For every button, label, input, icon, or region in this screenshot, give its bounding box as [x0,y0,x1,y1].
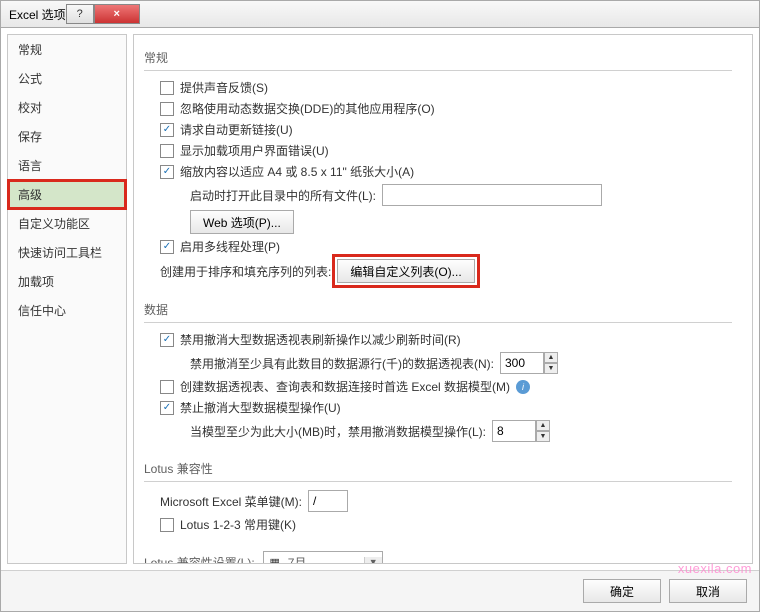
label-menu-key: Microsoft Excel 菜单键(M): [160,493,302,510]
label-lotus-settings: Lotus 兼容性设置(L): [144,554,255,565]
close-button[interactable]: × [94,4,140,24]
label-scale-a4: 缩放内容以适应 A4 或 8.5 x 11" 纸张大小(A) [180,163,414,180]
label-startup-path: 启动时打开此目录中的所有文件(L): [190,187,376,204]
sidebar-item[interactable]: 公式 [8,64,126,93]
sidebar-item[interactable]: 自定义功能区 [8,209,126,238]
spinner-model-size[interactable]: ▲▼ [492,420,550,442]
sidebar-item[interactable]: 常规 [8,35,126,64]
checkbox-prefer-datamodel[interactable] [160,380,174,394]
label-disable-undo-model: 禁止撤消大型数据模型操作(U) [180,399,341,416]
input-menu-key[interactable] [308,490,348,512]
section-lotus-settings: Lotus 兼容性设置(L): ▦ 7月 ▼ [144,547,732,564]
label-model-size: 当模型至少为此大小(MB)时，禁用撤消数据模型操作(L): [190,423,486,440]
titlebar: Excel 选项 ? × [0,0,760,28]
sheet-icon: ▦ [264,556,282,565]
dropdown-lotus-sheet-value: 7月 [282,554,364,565]
input-startup-path[interactable] [382,184,602,206]
sidebar-item[interactable]: 快速访问工具栏 [8,238,126,267]
spin-down-icon[interactable]: ▼ [536,431,550,442]
label-multithread: 启用多线程处理(P) [180,238,280,255]
label-ignore-dde: 忽略使用动态数据交换(DDE)的其他应用程序(O) [180,100,435,117]
section-data: 数据 [144,297,732,323]
window-title: Excel 选项 [9,6,66,23]
category-sidebar: 常规公式校对保存语言高级自定义功能区快速访问工具栏加载项信任中心 [7,34,127,564]
sidebar-item[interactable]: 语言 [8,151,126,180]
dropdown-lotus-sheet[interactable]: ▦ 7月 ▼ [263,551,383,564]
spin-down-icon[interactable]: ▼ [544,363,558,374]
cancel-button[interactable]: 取消 [669,579,747,603]
checkbox-disable-undo-model[interactable] [160,401,174,415]
checkbox-lotus-keys[interactable] [160,518,174,532]
chevron-down-icon: ▼ [364,557,382,564]
sidebar-item[interactable]: 校对 [8,93,126,122]
info-icon[interactable]: i [516,380,530,394]
checkbox-ignore-dde[interactable] [160,102,174,116]
checkbox-auto-links[interactable] [160,123,174,137]
sidebar-item[interactable]: 保存 [8,122,126,151]
checkbox-multithread[interactable] [160,240,174,254]
label-sound-feedback: 提供声音反馈(S) [180,79,268,96]
sidebar-item[interactable]: 信任中心 [8,296,126,325]
ok-button[interactable]: 确定 [583,579,661,603]
spin-up-icon[interactable]: ▲ [536,420,550,431]
edit-custom-lists-button[interactable]: 编辑自定义列表(O)... [337,259,474,283]
section-lotus-compat: Lotus 兼容性 [144,456,732,482]
label-lotus-keys: Lotus 1-2-3 常用键(K) [180,516,296,533]
section-general: 常规 [144,45,732,71]
label-pivot-rows: 禁用撤消至少具有此数目的数据源行(千)的数据透视表(N): [190,355,494,372]
label-disable-undo-pivot: 禁用撤消大型数据透视表刷新操作以减少刷新时间(R) [180,331,461,348]
help-button[interactable]: ? [66,4,94,24]
checkbox-addin-errors[interactable] [160,144,174,158]
label-prefer-datamodel: 创建数据透视表、查询表和数据连接时首选 Excel 数据模型(M) [180,378,510,395]
sidebar-item[interactable]: 高级 [8,180,126,209]
label-auto-links: 请求自动更新链接(U) [180,121,293,138]
watermark: xuexila.com [678,561,752,576]
label-addin-errors: 显示加载项用户界面错误(U) [180,142,329,159]
spin-up-icon[interactable]: ▲ [544,352,558,363]
checkbox-disable-undo-pivot[interactable] [160,333,174,347]
sidebar-item[interactable]: 加载项 [8,267,126,296]
spinner-pivot-rows[interactable]: ▲▼ [500,352,558,374]
web-options-button[interactable]: Web 选项(P)... [190,210,294,234]
checkbox-scale-a4[interactable] [160,165,174,179]
options-content: 常规 提供声音反馈(S) 忽略使用动态数据交换(DDE)的其他应用程序(O) 请… [133,34,753,564]
input-pivot-rows[interactable] [500,352,544,374]
checkbox-sound-feedback[interactable] [160,81,174,95]
dialog-footer: 确定 取消 [1,570,759,611]
label-custom-list: 创建用于排序和填充序列的列表: [160,263,331,280]
input-model-size[interactable] [492,420,536,442]
